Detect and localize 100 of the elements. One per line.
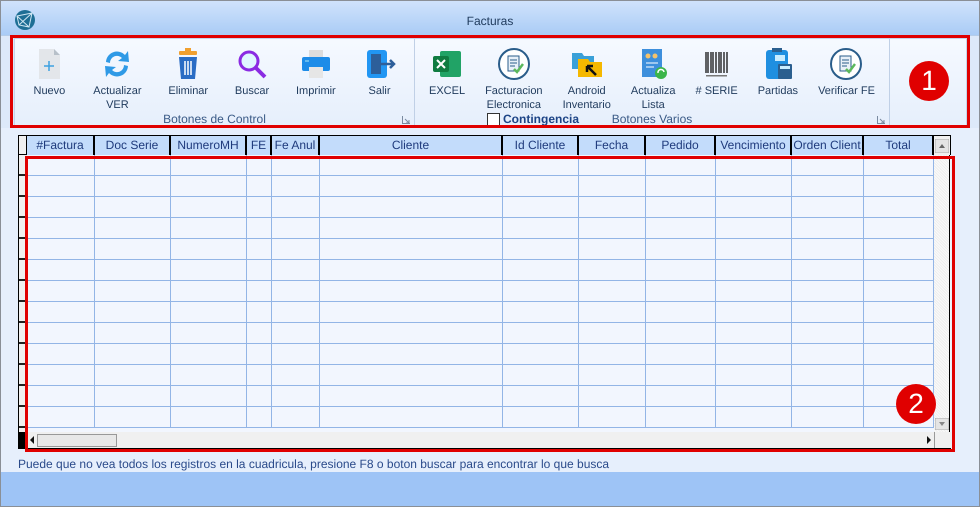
table-cell bbox=[27, 260, 95, 281]
table-cell bbox=[27, 155, 95, 176]
scroll-thumb[interactable] bbox=[37, 434, 117, 446]
table-cell bbox=[792, 323, 864, 344]
table-cell bbox=[247, 218, 272, 239]
table-cell bbox=[27, 302, 95, 323]
scroll-right-icon[interactable] bbox=[924, 433, 934, 447]
table-cell bbox=[579, 218, 646, 239]
column-header[interactable]: Orden Client bbox=[792, 135, 864, 155]
ribbon-button[interactable]: Buscar bbox=[232, 41, 272, 111]
table-cell bbox=[247, 407, 272, 428]
table-cell bbox=[792, 281, 864, 302]
table-cell bbox=[247, 386, 272, 407]
table-cell bbox=[579, 260, 646, 281]
ribbon-button[interactable]: Facturacion Electronica bbox=[483, 41, 545, 111]
table-cell bbox=[247, 239, 272, 260]
table-cell bbox=[579, 344, 646, 365]
table-cell bbox=[272, 323, 320, 344]
table-cell bbox=[27, 197, 95, 218]
table-cell bbox=[579, 407, 646, 428]
table-cell bbox=[646, 323, 716, 344]
table-cell bbox=[792, 239, 864, 260]
ribbon-button[interactable]: Salir bbox=[360, 41, 399, 111]
ribbon-button[interactable]: # SERIE bbox=[694, 41, 740, 111]
table-cell bbox=[646, 344, 716, 365]
column-header[interactable]: Fe Anul bbox=[272, 135, 320, 155]
table-cell bbox=[792, 218, 864, 239]
ribbon-button[interactable]: Eliminar bbox=[166, 41, 210, 111]
table-cell bbox=[646, 407, 716, 428]
ribbon-button[interactable]: Actualizar VER bbox=[91, 41, 144, 111]
table-cell bbox=[247, 197, 272, 218]
table-cell bbox=[272, 239, 320, 260]
table-cell bbox=[579, 197, 646, 218]
table-cell bbox=[247, 302, 272, 323]
table-cell bbox=[247, 365, 272, 386]
column-header[interactable]: Total bbox=[864, 135, 934, 155]
table-cell bbox=[272, 155, 320, 176]
table-cell bbox=[646, 302, 716, 323]
ribbon-button[interactable]: Partidas bbox=[756, 41, 800, 111]
group-label: Botones de Control bbox=[163, 112, 266, 126]
vertical-scrollbar[interactable] bbox=[934, 155, 950, 432]
table-cell bbox=[579, 323, 646, 344]
horizontal-scrollbar[interactable] bbox=[18, 432, 951, 449]
scroll-up-icon[interactable] bbox=[935, 138, 949, 152]
table-cell bbox=[247, 281, 272, 302]
seal-icon bbox=[829, 47, 864, 81]
table-cell bbox=[247, 260, 272, 281]
column-header[interactable]: Fecha bbox=[579, 135, 646, 155]
ribbon-button[interactable]: Verificar FE bbox=[816, 41, 877, 111]
table-cell bbox=[646, 260, 716, 281]
table-cell bbox=[792, 260, 864, 281]
table-cell bbox=[792, 365, 864, 386]
seal-icon bbox=[496, 47, 531, 81]
dialog-launcher-icon[interactable] bbox=[877, 116, 885, 124]
table-cell bbox=[272, 365, 320, 386]
table-cell bbox=[579, 365, 646, 386]
table-cell bbox=[792, 407, 864, 428]
table-cell bbox=[579, 239, 646, 260]
table-cell bbox=[272, 218, 320, 239]
ribbon-button[interactable]: EXCEL bbox=[427, 41, 468, 111]
contingencia-checkbox[interactable]: Contingencia bbox=[487, 112, 580, 126]
table-cell bbox=[272, 386, 320, 407]
table-cell bbox=[27, 365, 95, 386]
table-cell bbox=[792, 176, 864, 197]
column-header[interactable]: Doc Serie bbox=[95, 135, 171, 155]
column-header[interactable]: FE bbox=[247, 135, 272, 155]
table-cell bbox=[792, 344, 864, 365]
table-cell bbox=[272, 344, 320, 365]
table-cell bbox=[247, 323, 272, 344]
ribbon-button[interactable]: Actualiza Lista bbox=[628, 41, 678, 111]
table-cell bbox=[27, 386, 95, 407]
table-cell bbox=[792, 302, 864, 323]
globe-icon bbox=[14, 9, 36, 31]
table-cell bbox=[27, 281, 95, 302]
table-cell bbox=[646, 365, 716, 386]
table-cell bbox=[792, 197, 864, 218]
column-header[interactable]: Id Cliente bbox=[503, 135, 579, 155]
table-cell bbox=[646, 218, 716, 239]
column-header[interactable]: Cliente bbox=[320, 135, 503, 155]
ribbon-button[interactable]: Nuevo bbox=[30, 41, 68, 111]
table-cell bbox=[272, 176, 320, 197]
table-cell bbox=[646, 155, 716, 176]
column-header[interactable]: NumeroMH bbox=[171, 135, 247, 155]
table-cell bbox=[272, 197, 320, 218]
ribbon-button[interactable]: Android Inventario bbox=[560, 41, 613, 111]
window-title: Facturas bbox=[466, 14, 514, 28]
ribbon-button[interactable]: Imprimir bbox=[294, 41, 338, 111]
checkbox[interactable] bbox=[487, 112, 500, 126]
column-header[interactable]: Pedido bbox=[646, 135, 716, 155]
dialog-launcher-icon[interactable] bbox=[402, 116, 410, 124]
table-cell bbox=[272, 407, 320, 428]
table-cell bbox=[27, 323, 95, 344]
table-cell bbox=[247, 176, 272, 197]
table-cell bbox=[646, 239, 716, 260]
column-header[interactable]: Vencimiento bbox=[716, 135, 792, 155]
column-header[interactable]: #Factura bbox=[27, 135, 95, 155]
table-cell bbox=[272, 281, 320, 302]
hint-text: Puede que no vea todos los registros en la cuadricula, presione F8 o boton buscar para encontrar lo que busca bbox=[1, 450, 979, 472]
table-cell bbox=[272, 260, 320, 281]
table-cell bbox=[27, 218, 95, 239]
